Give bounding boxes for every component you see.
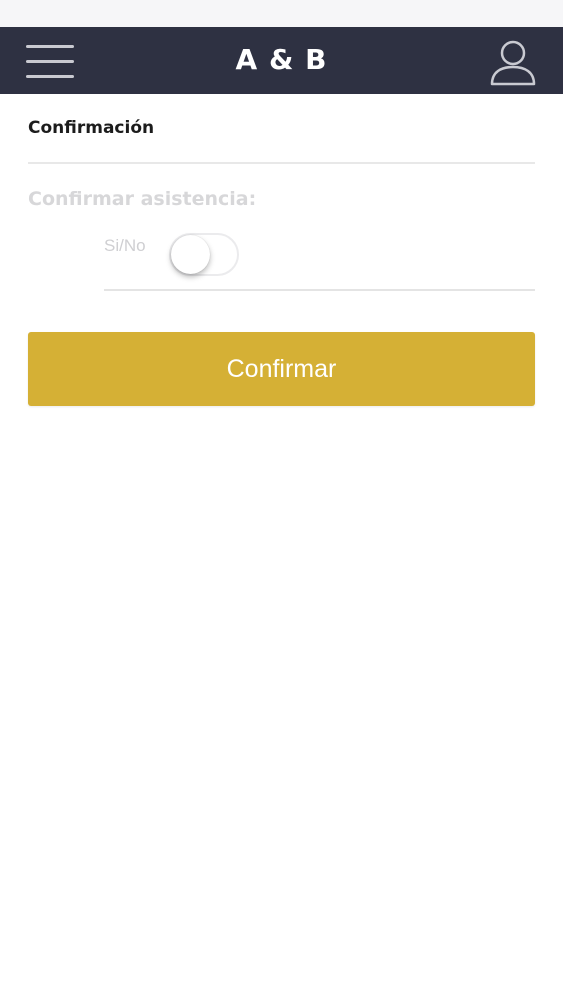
app-title: A & B [235, 43, 328, 76]
toggle-label: Si/No [104, 236, 146, 255]
confirm-button[interactable]: Confirmar [28, 332, 535, 406]
section-title: Confirmación [28, 118, 155, 138]
section-divider [28, 162, 535, 164]
status-bar [0, 0, 563, 27]
menu-button[interactable] [26, 43, 76, 81]
profile-button[interactable] [488, 39, 538, 89]
attendance-toggle[interactable] [169, 233, 239, 276]
top-nav-bar: A & B [0, 27, 563, 94]
field-divider [104, 289, 535, 291]
attendance-label: Confirmar asistencia: [28, 188, 257, 210]
toggle-knob [171, 235, 210, 274]
hamburger-menu-icon [26, 45, 74, 78]
user-profile-icon [490, 40, 536, 86]
